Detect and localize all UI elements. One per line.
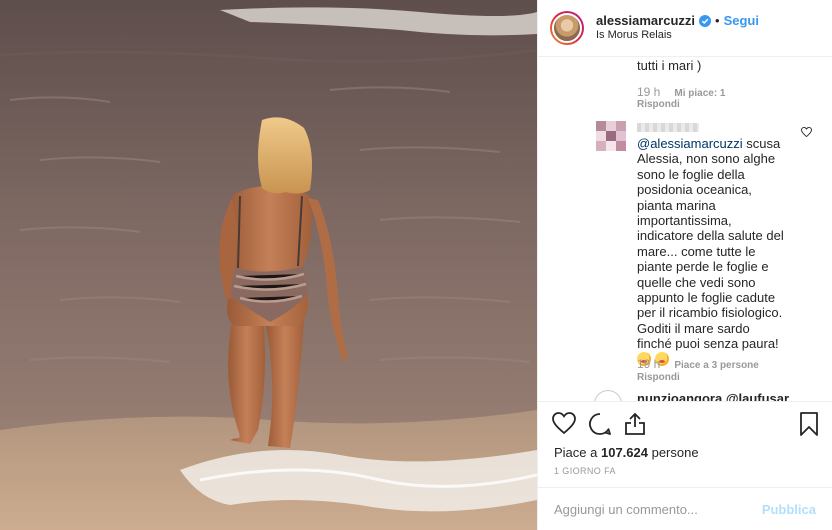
previous-comment-tail: tutti i mari )	[637, 58, 702, 73]
share-upload-icon[interactable]	[624, 412, 646, 436]
username-link[interactable]: alessiamarcuzzi	[596, 13, 695, 28]
comment-likes[interactable]: Piace a 3 persone	[674, 360, 759, 371]
publish-button[interactable]: Pubblica	[762, 502, 816, 517]
avatar[interactable]	[550, 11, 584, 45]
comment-like-icon[interactable]	[801, 127, 812, 137]
comment-likes[interactable]: Mi piace: 1	[674, 88, 725, 99]
comment-bubble-icon[interactable]	[588, 412, 612, 436]
comment-composer: Pubblica	[538, 487, 832, 530]
action-bar: Piace a 107.624 persone 1 GIORNO FA	[538, 401, 832, 487]
likes-suffix: persone	[647, 445, 699, 460]
post-date[interactable]: 1 GIORNO FA	[554, 466, 616, 476]
next-comment-avatar[interactable]	[594, 390, 622, 401]
verified-badge-icon	[699, 14, 712, 27]
comment-age[interactable]: 19 h	[637, 357, 660, 371]
location-link[interactable]: Is Morus Relais	[596, 28, 759, 43]
comments-list[interactable]: tutti i mari ) 19 h Mi piace: 1 Rispondi…	[538, 57, 832, 401]
post-sidebar: alessiamarcuzzi • Segui Is Morus Relais …	[537, 0, 832, 530]
bookmark-icon[interactable]	[800, 412, 818, 436]
previous-comment-meta: 19 h Mi piace: 1	[637, 85, 726, 99]
likes-count: 107.624	[600, 445, 648, 460]
comment-meta: 19 h Piace a 3 persone	[637, 357, 759, 371]
mention-link[interactable]: @alessiamarcuzzi	[637, 136, 743, 151]
follow-button[interactable]: Segui	[724, 13, 759, 28]
likes-count-line[interactable]: Piace a 107.624 persone	[554, 445, 699, 460]
reply-button[interactable]: Rispondi	[637, 372, 680, 383]
heart-outline-icon[interactable]	[552, 412, 576, 434]
separator-dot: •	[715, 13, 720, 28]
comment-text: @alessiamarcuzzi scusa Alessia, non sono…	[637, 136, 787, 367]
post-photo[interactable]	[0, 0, 537, 530]
comment-input[interactable]	[554, 501, 762, 517]
blurred-avatar[interactable]	[596, 121, 626, 151]
likes-prefix: Piace a	[554, 445, 601, 460]
blurred-username[interactable]	[637, 123, 699, 132]
instagram-post: alessiamarcuzzi • Segui Is Morus Relais …	[0, 0, 832, 530]
comment-age[interactable]: 19 h	[637, 85, 660, 99]
post-header: alessiamarcuzzi • Segui Is Morus Relais	[538, 0, 832, 57]
reply-button[interactable]: Rispondi	[637, 99, 680, 110]
next-comment-username[interactable]: nunzioangora @laufusar	[637, 391, 789, 401]
comment-body-text: scusa Alessia, non sono alghe sono le fo…	[637, 136, 784, 352]
beach-photo-illustration	[0, 0, 537, 530]
